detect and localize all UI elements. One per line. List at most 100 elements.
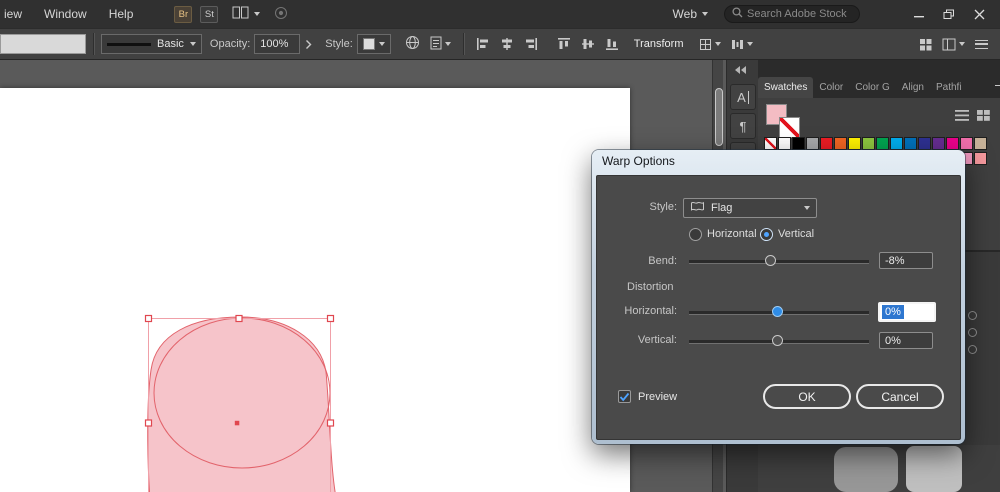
menu-view[interactable]: iew: [0, 0, 33, 28]
dialog-titlebar[interactable]: [592, 150, 965, 174]
divider: [93, 33, 94, 55]
swatch[interactable]: [974, 152, 987, 165]
graphic-style-dropdown[interactable]: [356, 34, 391, 54]
preview-checkbox[interactable]: [618, 390, 631, 403]
collapse-dock-button[interactable]: [735, 66, 746, 74]
radio-vertical[interactable]: [760, 228, 773, 241]
panel-edge-circle: [968, 328, 977, 337]
align-options-dropdown[interactable]: [699, 38, 721, 51]
stock-button[interactable]: St: [200, 5, 219, 23]
swatch[interactable]: [820, 137, 833, 150]
document-setup-globe-button[interactable]: [405, 35, 420, 53]
list-view-icon[interactable]: [955, 108, 969, 126]
tab-swatches[interactable]: Swatches: [758, 77, 814, 98]
selection-handle[interactable]: [144, 314, 153, 323]
transform-link[interactable]: Transform: [634, 38, 684, 50]
swatch[interactable]: [946, 137, 959, 150]
grid-view-button[interactable]: [919, 38, 932, 51]
workspace-switcher[interactable]: Web: [673, 7, 708, 21]
bend-value-field[interactable]: -8%: [879, 252, 933, 269]
document-options-dropdown[interactable]: [430, 36, 451, 53]
tab-color-guide[interactable]: Color G: [849, 77, 895, 98]
vertical-slider[interactable]: [689, 335, 869, 346]
grid-view-icon[interactable]: [977, 108, 990, 126]
swatch-none[interactable]: [764, 137, 777, 150]
bend-value: -8%: [885, 254, 905, 267]
stroke-style-dropdown[interactable]: Basic: [101, 34, 202, 54]
horizontal-slider-thumb[interactable]: [771, 306, 783, 317]
warp-style-value: Flag: [711, 202, 733, 214]
swatch[interactable]: [960, 137, 973, 150]
swatch[interactable]: [918, 137, 931, 150]
bend-slider[interactable]: [689, 255, 869, 266]
align-bottom-button[interactable]: [605, 37, 619, 51]
swatch[interactable]: [778, 137, 791, 150]
panel-edge-circle: [968, 345, 977, 354]
panel-edge-circle: [968, 311, 977, 320]
swatch[interactable]: [876, 137, 889, 150]
menu-bar: iew Window Help Br St Web: [0, 0, 1000, 28]
horizontal-slider[interactable]: [689, 306, 869, 317]
close-button[interactable]: [964, 0, 994, 28]
vertical-value-field[interactable]: 0%: [879, 332, 933, 349]
radio-horizontal-label[interactable]: Horizontal: [707, 227, 757, 241]
swatch[interactable]: [890, 137, 903, 150]
paragraph-panel-button[interactable]: ¶: [730, 113, 756, 139]
swatch[interactable]: [974, 137, 987, 150]
tab-align[interactable]: Align: [896, 77, 930, 98]
cancel-button[interactable]: Cancel: [856, 384, 944, 409]
ok-button[interactable]: OK: [763, 384, 851, 409]
stock-search-box[interactable]: [724, 5, 860, 23]
horizontal-value-field[interactable]: 0%: [878, 302, 936, 322]
align-middle-button[interactable]: [581, 37, 595, 51]
warp-style-dropdown[interactable]: Flag: [683, 198, 817, 218]
style-label: Style:: [649, 201, 677, 213]
selection-handle[interactable]: [326, 419, 335, 427]
share-button[interactable]: [274, 6, 288, 23]
document-icon: [430, 36, 442, 53]
controlbar-menu-button[interactable]: [975, 39, 988, 49]
radio-vertical-label[interactable]: Vertical: [778, 227, 814, 241]
bridge-button[interactable]: Br: [174, 5, 193, 23]
arrange-documents-dropdown[interactable]: [942, 38, 965, 51]
align-right-button[interactable]: [524, 37, 538, 51]
layout-switcher-dropdown[interactable]: [232, 6, 261, 22]
radio-horizontal[interactable]: [689, 228, 702, 241]
selection-handle[interactable]: [235, 314, 243, 323]
swatch[interactable]: [792, 137, 805, 150]
swatch[interactable]: [904, 137, 917, 150]
menu-help[interactable]: Help: [98, 0, 145, 28]
chevron-down-icon: [959, 42, 965, 46]
minimize-button[interactable]: [904, 0, 934, 28]
tab-color[interactable]: Color: [813, 77, 849, 98]
swatch-row: [764, 137, 987, 150]
search-input[interactable]: [747, 8, 852, 20]
align-left-button[interactable]: [476, 37, 490, 51]
selection-handle[interactable]: [144, 419, 153, 427]
stroke-none-proxy[interactable]: [779, 117, 800, 138]
truncated-control[interactable]: [0, 34, 86, 54]
swatch[interactable]: [932, 137, 945, 150]
radio-dot: [764, 232, 769, 237]
preview-label[interactable]: Preview: [638, 390, 677, 405]
character-panel-button[interactable]: A: [730, 84, 756, 110]
scrollbar-thumb[interactable]: [714, 88, 723, 146]
align-top-button[interactable]: [557, 37, 571, 51]
selection-handle[interactable]: [326, 314, 335, 323]
vertical-slider-thumb[interactable]: [771, 335, 783, 346]
opacity-panel-chevron[interactable]: [305, 39, 312, 50]
swatch[interactable]: [834, 137, 847, 150]
stroke-style-label: Basic: [157, 38, 184, 50]
swatch[interactable]: [806, 137, 819, 150]
chevron-down-icon: [714, 42, 721, 46]
menu-window[interactable]: Window: [33, 0, 98, 28]
tab-pathfinder[interactable]: Pathfi: [930, 77, 968, 98]
bend-slider-thumb[interactable]: [764, 255, 776, 266]
swatch[interactable]: [848, 137, 861, 150]
opacity-label: Opacity:: [209, 38, 251, 50]
align-center-button[interactable]: [500, 37, 514, 51]
restore-button[interactable]: [934, 0, 964, 28]
opacity-value-dropdown[interactable]: 100%: [254, 34, 301, 54]
swatch[interactable]: [862, 137, 875, 150]
distribute-options-dropdown[interactable]: [731, 38, 753, 51]
